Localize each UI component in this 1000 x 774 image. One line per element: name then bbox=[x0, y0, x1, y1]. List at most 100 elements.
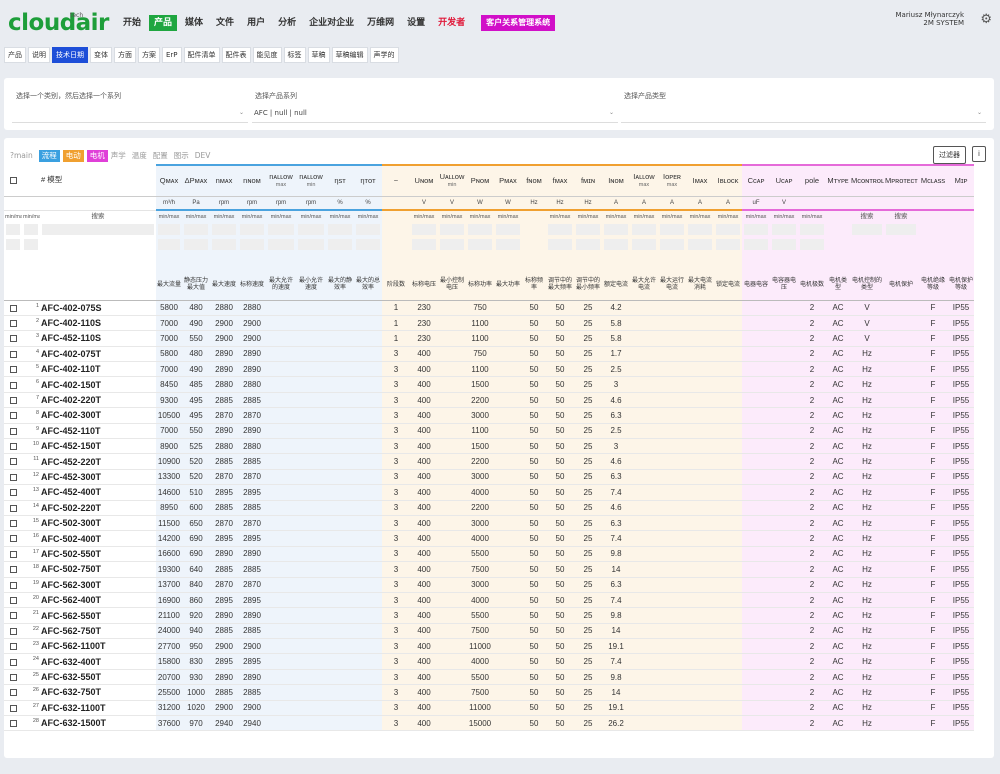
table-row[interactable]: 9 AFC-452-110T 7000 550 2890 2890 3 400 1100 50 50… bbox=[4, 423, 974, 440]
filter2-input-inom[interactable] bbox=[604, 239, 628, 250]
header-phase[interactable]: ~ bbox=[382, 164, 410, 197]
filter2-input-imax[interactable] bbox=[688, 239, 712, 250]
filter2-input-pmax[interactable] bbox=[496, 239, 520, 250]
header-fnom[interactable]: fɴᴏᴍ bbox=[522, 164, 546, 197]
table-row[interactable]: 12 AFC-452-300T 13300 520 2870 2870 3 400 3000 50… bbox=[4, 469, 974, 486]
row-checkbox[interactable] bbox=[9, 658, 17, 666]
model-name[interactable]: AFC-562-1100T bbox=[40, 638, 156, 655]
nav-products[interactable]: 产品 bbox=[149, 15, 178, 31]
row-checkbox[interactable] bbox=[9, 689, 17, 697]
row-checkbox[interactable] bbox=[9, 396, 17, 404]
model-name[interactable]: AFC-402-075T bbox=[40, 346, 156, 363]
subtab-12[interactable]: 草稿编辑 bbox=[331, 47, 368, 63]
table-row[interactable]: 4 AFC-402-075T 5800 480 2890 2890 3 400 750 50 50 2… bbox=[4, 346, 974, 363]
header-mclass[interactable]: Mᴄʟᴀss bbox=[918, 164, 948, 197]
table-row[interactable]: 18 AFC-502-750T 19300 640 2885 2885 3 400 7500 50… bbox=[4, 561, 974, 578]
select-all-checkbox[interactable] bbox=[9, 176, 17, 184]
filter-input-ntot[interactable] bbox=[356, 224, 380, 235]
table-row[interactable]: 8 AFC-402-300T 10500 495 2870 2870 3 400 3000 50 5… bbox=[4, 407, 974, 424]
row-checkbox[interactable] bbox=[9, 612, 17, 620]
header-unom[interactable]: Uɴᴏᴍ bbox=[410, 164, 438, 197]
row-checkbox[interactable] bbox=[9, 412, 17, 420]
subtab-8[interactable]: 配件表 bbox=[221, 47, 251, 63]
table-row[interactable]: 21 AFC-562-550T 21100 920 2890 2890 3 400 5500 50… bbox=[4, 607, 974, 624]
model-name[interactable]: AFC-452-150T bbox=[40, 438, 156, 455]
model-name[interactable]: AFC-452-400T bbox=[40, 484, 156, 501]
filter2-input-iopermax[interactable] bbox=[660, 239, 684, 250]
model-name[interactable]: AFC-402-075S bbox=[40, 300, 156, 316]
filter2-input-fmax[interactable] bbox=[548, 239, 572, 250]
subtab-3[interactable]: 变体 bbox=[90, 47, 112, 63]
filter-input-pmax[interactable] bbox=[496, 224, 520, 235]
nav-files[interactable]: 文件 bbox=[211, 15, 239, 31]
header-iallowmax[interactable]: Iᴀʟʟᴏᴡ max bbox=[630, 164, 658, 197]
row-checkbox[interactable] bbox=[9, 458, 17, 466]
model-name[interactable]: AFC-452-300T bbox=[40, 469, 156, 486]
filter2-input-nallowmax[interactable] bbox=[268, 239, 294, 250]
row-checkbox[interactable] bbox=[9, 427, 17, 435]
subtab-6[interactable]: ErP bbox=[162, 47, 182, 63]
model-name[interactable]: AFC-402-300T bbox=[40, 407, 156, 424]
group-tab-7[interactable]: 图示 bbox=[174, 151, 189, 161]
subtab-2[interactable]: 技术日期 bbox=[52, 47, 88, 63]
filter2-input-dp[interactable] bbox=[184, 239, 208, 250]
table-row[interactable]: 23 AFC-562-1100T 27700 950 2900 2900 3 400 11000… bbox=[4, 638, 974, 655]
header-mprotect[interactable]: Mᴘʀᴏᴛᴇᴄᴛ bbox=[884, 164, 918, 197]
filter2-input-qmax[interactable] bbox=[158, 239, 180, 250]
filter-input-imax[interactable] bbox=[688, 224, 712, 235]
model-name[interactable]: AFC-632-750T bbox=[40, 684, 156, 701]
row-checkbox[interactable] bbox=[9, 504, 17, 512]
row-checkbox[interactable] bbox=[9, 489, 17, 497]
header-fmax[interactable]: fᴍᴀx bbox=[546, 164, 574, 197]
header-ucap[interactable]: Uᴄᴀᴘ bbox=[770, 164, 798, 197]
filter2-input-nallowmin[interactable] bbox=[298, 239, 324, 250]
table-row[interactable]: 26 AFC-632-750T 25500 1000 2885 2885 3 400 7500 5… bbox=[4, 684, 974, 701]
row-checkbox[interactable] bbox=[9, 673, 17, 681]
filter2-input-pnom[interactable] bbox=[468, 239, 492, 250]
header-nnom[interactable]: nɴᴏᴍ bbox=[238, 164, 266, 197]
subtab-1[interactable]: 说明 bbox=[28, 47, 50, 63]
row-checkbox[interactable] bbox=[9, 443, 17, 451]
row-checkbox[interactable] bbox=[9, 704, 17, 712]
header-imax[interactable]: Iᴍᴀx bbox=[686, 164, 714, 197]
row-checkbox[interactable] bbox=[9, 319, 17, 327]
row-checkbox[interactable] bbox=[9, 643, 17, 651]
model-name[interactable]: AFC-562-550T bbox=[40, 607, 156, 624]
table-row[interactable]: 28 AFC-632-1500T 37600 970 2940 2940 3 400 15000… bbox=[4, 715, 974, 732]
header-dp[interactable]: ΔPᴍᴀx bbox=[182, 164, 210, 197]
model-name[interactable]: AFC-502-220T bbox=[40, 500, 156, 516]
table-row[interactable]: 5 AFC-402-110T 7000 490 2890 2890 3 400 1100 50 50… bbox=[4, 361, 974, 378]
header-ccap[interactable]: Cᴄᴀᴘ bbox=[742, 164, 770, 197]
model-name[interactable]: AFC-562-750T bbox=[40, 623, 156, 640]
group-tab-0[interactable]: ?main bbox=[10, 151, 33, 161]
cloudair-logo[interactable]: cloudair bbox=[8, 10, 109, 36]
group-tab-3[interactable]: 电机 bbox=[86, 150, 108, 162]
nav-crm[interactable]: 客户关系管理系统 bbox=[481, 15, 556, 31]
header-name[interactable]: # 模型 bbox=[40, 165, 156, 197]
filter-input-iblock[interactable] bbox=[716, 224, 740, 235]
filter-input-mprotect[interactable] bbox=[886, 224, 916, 235]
table-row[interactable]: 3 AFC-452-110S 7000 550 2900 2900 1 230 1100 50 50… bbox=[4, 330, 974, 347]
table-row[interactable]: 2 AFC-402-110S 7000 490 2900 2900 1 230 1100 50 50… bbox=[4, 315, 974, 332]
filter2-input-nnom[interactable] bbox=[240, 239, 264, 250]
group-tab-5[interactable]: 温度 bbox=[132, 151, 147, 161]
row-checkbox[interactable] bbox=[9, 366, 17, 374]
table-row[interactable]: 7 AFC-402-220T 9300 495 2885 2885 3 400 2200 50 50… bbox=[4, 392, 974, 409]
model-name[interactable]: AFC-402-110S bbox=[40, 315, 156, 332]
table-row[interactable]: 13 AFC-452-400T 14600 510 2895 2895 3 400 4000 50… bbox=[4, 484, 974, 501]
nav-settings[interactable]: 设置 bbox=[402, 15, 430, 31]
user-info[interactable]: Mariusz Młynarczyk 2M SYSTEM bbox=[896, 11, 964, 27]
model-name[interactable]: AFC-452-220T bbox=[40, 453, 156, 470]
model-name[interactable]: AFC-502-400T bbox=[40, 530, 156, 547]
header-ntot[interactable]: ηтᴏт bbox=[354, 164, 382, 197]
series-select[interactable]: AFC | null | null ⌄ bbox=[252, 103, 618, 123]
filter2-input-fmin[interactable] bbox=[576, 239, 600, 250]
filter-input-idx[interactable] bbox=[24, 224, 38, 235]
row-checkbox[interactable] bbox=[9, 720, 17, 728]
table-row[interactable]: 25 AFC-632-550T 20700 930 2890 2890 3 400 5500 50… bbox=[4, 669, 974, 686]
filter-input-iopermax[interactable] bbox=[660, 224, 684, 235]
row-checkbox[interactable] bbox=[9, 350, 17, 358]
subtab-4[interactable]: 方面 bbox=[114, 47, 136, 63]
row-checkbox[interactable] bbox=[9, 335, 17, 343]
model-name[interactable]: AFC-502-550T bbox=[40, 546, 156, 563]
